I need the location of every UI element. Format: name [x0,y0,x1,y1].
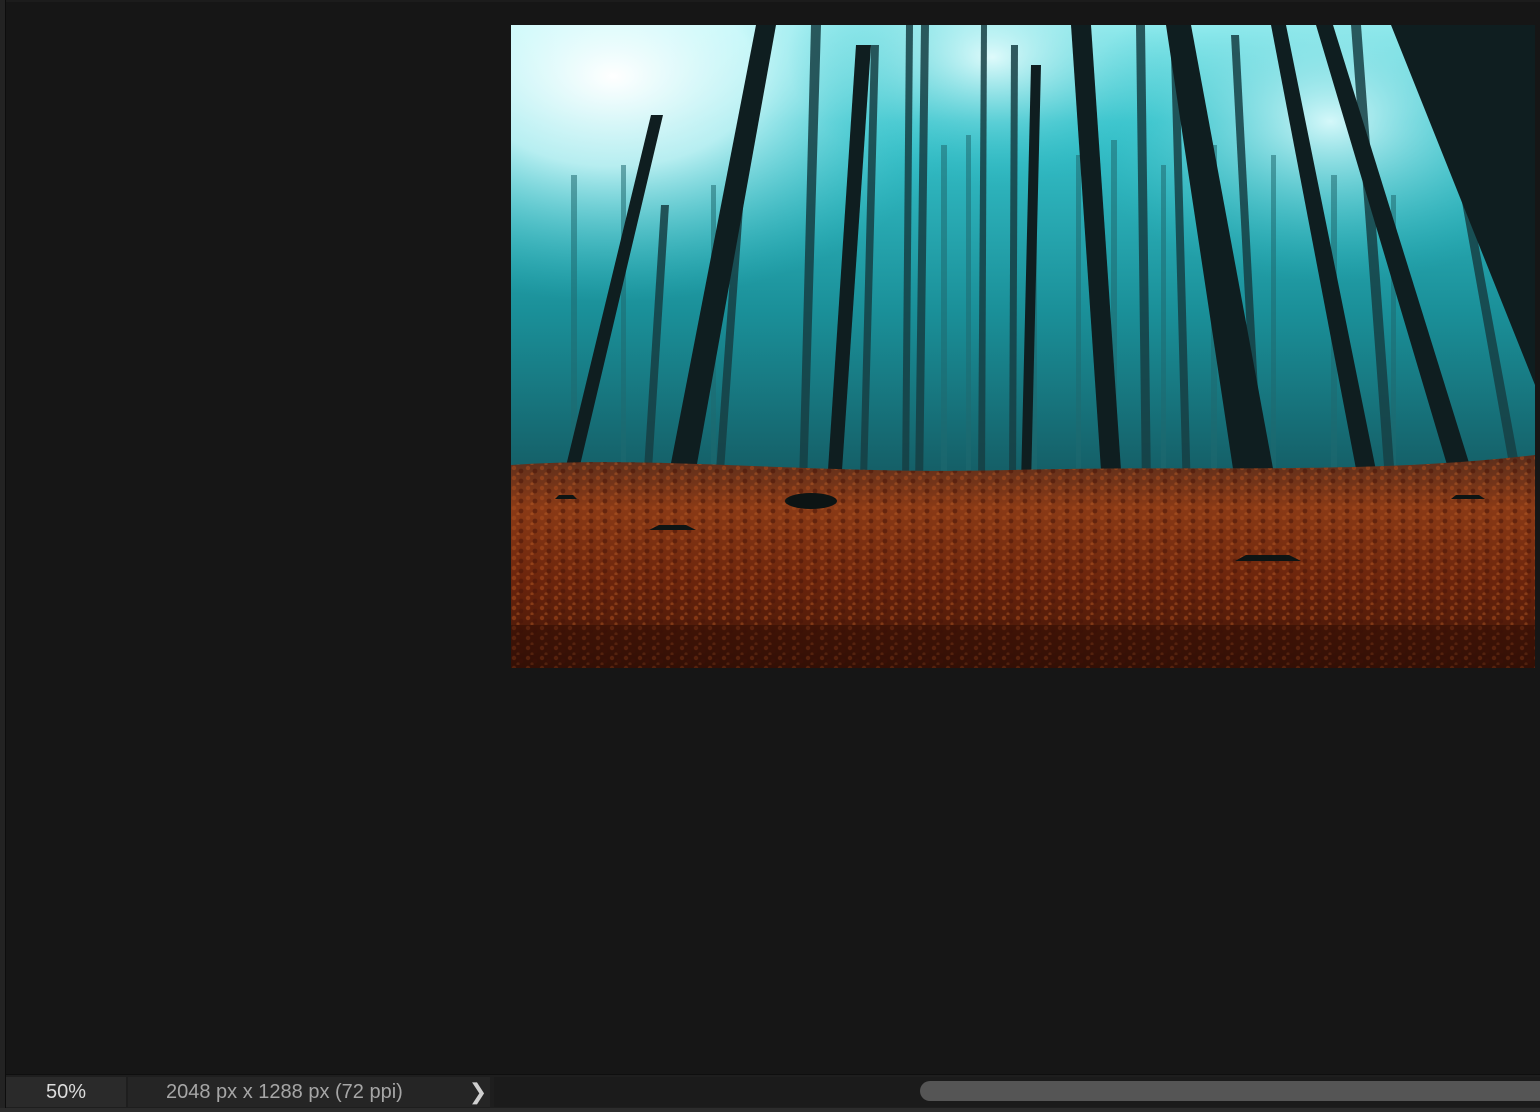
canvas-workspace[interactable] [6,2,1540,1074]
document-canvas[interactable] [511,25,1535,668]
chevron-right-icon[interactable]: ❯ [468,1077,488,1107]
horizontal-scrollbar[interactable] [494,1077,1540,1107]
zoom-level-field[interactable]: 50% [6,1077,126,1107]
document-dimensions: 2048 px x 1288 px (72 ppi) [166,1081,403,1103]
status-bar: 50% 2048 px x 1288 px (72 ppi) ❯ [6,1074,1540,1109]
bottom-edge [0,1108,1540,1112]
image-editor-window: 50% 2048 px x 1288 px (72 ppi) ❯ [0,0,1540,1112]
document-info[interactable]: 2048 px x 1288 px (72 ppi) [128,1077,490,1107]
forest-photo [511,25,1535,668]
horizontal-scroll-thumb[interactable] [920,1081,1540,1101]
